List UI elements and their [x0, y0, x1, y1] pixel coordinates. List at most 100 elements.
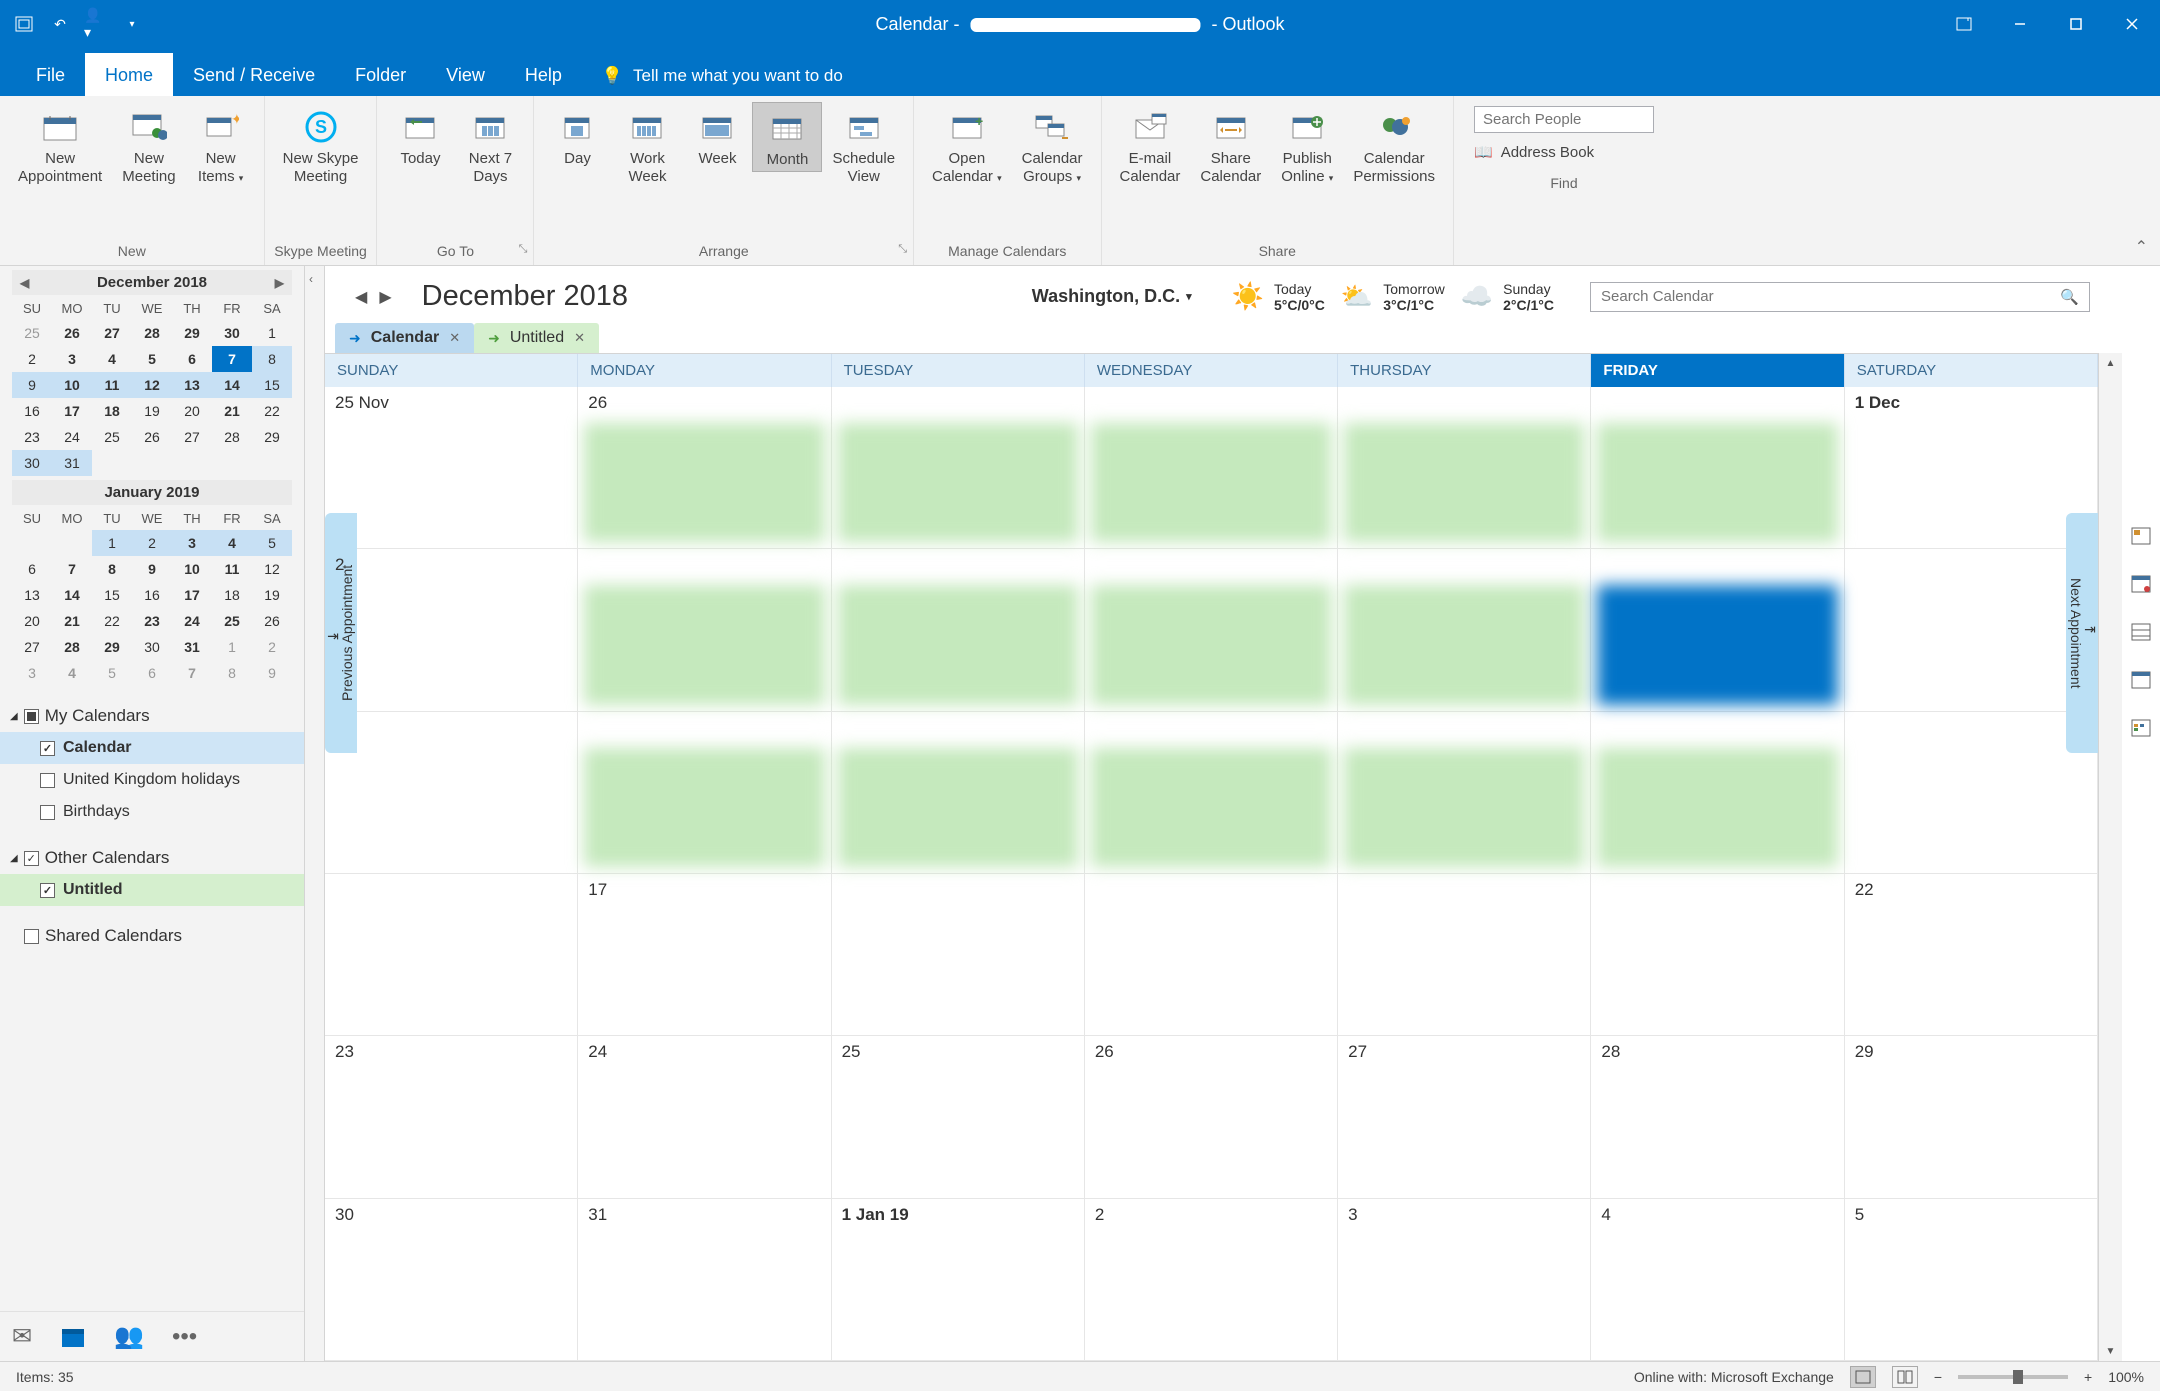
mini-cal-day[interactable]	[212, 450, 252, 476]
calendar-cell[interactable]	[1338, 387, 1591, 548]
calendar-cell[interactable]	[832, 874, 1085, 1035]
mini-cal-day[interactable]: 23	[12, 424, 52, 450]
calendar-event[interactable]	[1344, 423, 1584, 542]
mini-cal-day[interactable]: 28	[52, 634, 92, 660]
mini-cal-day[interactable]: 25	[212, 608, 252, 634]
mini-cal-day[interactable]	[252, 450, 292, 476]
mini-cal-day[interactable]: 12	[252, 556, 292, 582]
mini-cal-day[interactable]	[12, 530, 52, 556]
open-calendar-button[interactable]: +Open Calendar ▾	[922, 102, 1012, 189]
collapse-sidebar[interactable]: ‹	[305, 266, 325, 1361]
calendar-cell[interactable]	[1338, 549, 1591, 710]
next-period-icon[interactable]: ▶	[379, 287, 391, 307]
view-icon-4[interactable]	[2130, 670, 2152, 690]
mini-cal-day[interactable]: 24	[52, 424, 92, 450]
calendar-event[interactable]	[1091, 423, 1331, 542]
people-icon[interactable]: 👥	[114, 1322, 144, 1351]
prev-period-icon[interactable]: ◀	[355, 287, 367, 307]
mini-cal-day[interactable]: 20	[172, 398, 212, 424]
view-icon-2[interactable]	[2130, 574, 2152, 594]
view-icon-1[interactable]	[2130, 526, 2152, 546]
checkbox-checked[interactable]: ✓	[40, 883, 55, 898]
tell-me-search[interactable]: 💡 Tell me what you want to do	[582, 56, 863, 96]
calendar-event[interactable]	[838, 423, 1078, 542]
next-month-icon[interactable]: ▶	[269, 276, 290, 290]
mini-cal-day[interactable]: 22	[92, 608, 132, 634]
mini-cal-day[interactable]: 7	[172, 660, 212, 686]
mini-cal-day[interactable]: 10	[172, 556, 212, 582]
checkbox-mixed[interactable]	[24, 709, 39, 724]
mini-cal-day[interactable]: 17	[52, 398, 92, 424]
mini-cal-day[interactable]: 15	[252, 372, 292, 398]
zoom-out-button[interactable]: −	[1934, 1369, 1942, 1385]
view-mode-reading[interactable]	[1892, 1366, 1918, 1388]
mini-cal-day[interactable]: 8	[252, 346, 292, 372]
checkbox-checked[interactable]: ✓	[40, 741, 55, 756]
mini-cal-day[interactable]: 27	[12, 634, 52, 660]
mini-cal-day[interactable]: 30	[212, 320, 252, 346]
calendar-event[interactable]	[1597, 748, 1837, 867]
mini-cal-day[interactable]: 29	[172, 320, 212, 346]
calendar-cell[interactable]: 1 Dec	[1845, 387, 2098, 548]
calendar-event[interactable]	[1091, 585, 1331, 704]
calendar-cell[interactable]	[1591, 874, 1844, 1035]
close-tab-icon[interactable]: ✕	[449, 330, 460, 346]
calendar-tab-untitled[interactable]: ➜Untitled✕	[474, 323, 599, 353]
mini-cal-day[interactable]	[92, 450, 132, 476]
calendar-groups-button[interactable]: Calendar Groups ▾	[1012, 102, 1093, 189]
mini-cal-day[interactable]: 6	[172, 346, 212, 372]
ribbon-display-options-icon[interactable]	[1936, 0, 1992, 48]
mini-cal-day[interactable]: 4	[212, 530, 252, 556]
mini-cal-day[interactable]: 25	[12, 320, 52, 346]
email-calendar-button[interactable]: E-mail Calendar	[1110, 102, 1191, 188]
calendar-cell[interactable]	[325, 712, 578, 873]
calendar-cell[interactable]	[832, 549, 1085, 710]
mini-cal-day[interactable]: 18	[212, 582, 252, 608]
next-7-days-button[interactable]: Next 7 Days	[455, 102, 525, 188]
mini-cal-day[interactable]: 4	[52, 660, 92, 686]
search-icon[interactable]: 🔍	[2060, 288, 2079, 306]
mini-cal-day[interactable]: 28	[132, 320, 172, 346]
calendar-event[interactable]	[1344, 585, 1584, 704]
mini-cal-day[interactable]: 6	[12, 556, 52, 582]
undo-icon[interactable]: ↶	[48, 12, 72, 36]
calendar-item-untitled[interactable]: ✓Untitled	[0, 874, 304, 906]
view-icon-5[interactable]	[2130, 718, 2152, 738]
mini-cal-day[interactable]: 27	[92, 320, 132, 346]
tab-help[interactable]: Help	[505, 53, 582, 96]
mini-cal-day[interactable]: 17	[172, 582, 212, 608]
mini-cal-day[interactable]: 19	[132, 398, 172, 424]
view-mode-normal[interactable]	[1850, 1366, 1876, 1388]
mini-cal-day[interactable]: 16	[12, 398, 52, 424]
search-calendar[interactable]: 🔍	[1590, 282, 2090, 312]
mini-cal-day[interactable]: 5	[92, 660, 132, 686]
mini-cal-day[interactable]: 9	[252, 660, 292, 686]
search-people-input[interactable]	[1474, 106, 1654, 133]
mini-cal-day[interactable]: 30	[132, 634, 172, 660]
mini-cal-day[interactable]: 21	[52, 608, 92, 634]
mini-cal-day[interactable]: 21	[212, 398, 252, 424]
calendar-item-uk-holidays[interactable]: United Kingdom holidays	[0, 764, 304, 796]
calendar-cell[interactable]	[832, 387, 1085, 548]
mini-cal-day[interactable]: 31	[52, 450, 92, 476]
calendar-cell[interactable]: 3	[1338, 1199, 1591, 1360]
calendar-event[interactable]	[584, 748, 824, 867]
mini-cal-day[interactable]: 18	[92, 398, 132, 424]
mini-cal-day[interactable]: 7	[52, 556, 92, 582]
mini-cal-day[interactable]: 25	[92, 424, 132, 450]
mini-cal-day[interactable]: 24	[172, 608, 212, 634]
calendar-cell[interactable]: 1 Jan 19	[832, 1199, 1085, 1360]
mini-cal-day[interactable]: 10	[52, 372, 92, 398]
next-appointment-tab[interactable]: ⇥Next Appointment	[2066, 513, 2098, 753]
mini-cal-day[interactable]: 26	[52, 320, 92, 346]
calendar-event[interactable]	[584, 585, 824, 704]
calendar-cell[interactable]	[325, 874, 578, 1035]
tab-view[interactable]: View	[426, 53, 505, 96]
checkbox-unchecked[interactable]	[40, 773, 55, 788]
mini-cal-day[interactable]: 9	[132, 556, 172, 582]
mini-cal-day[interactable]: 14	[212, 372, 252, 398]
day-button[interactable]: Day	[542, 102, 612, 170]
mini-cal-day[interactable]: 23	[132, 608, 172, 634]
mini-cal-day[interactable]: 3	[52, 346, 92, 372]
calendar-event[interactable]	[1091, 748, 1331, 867]
